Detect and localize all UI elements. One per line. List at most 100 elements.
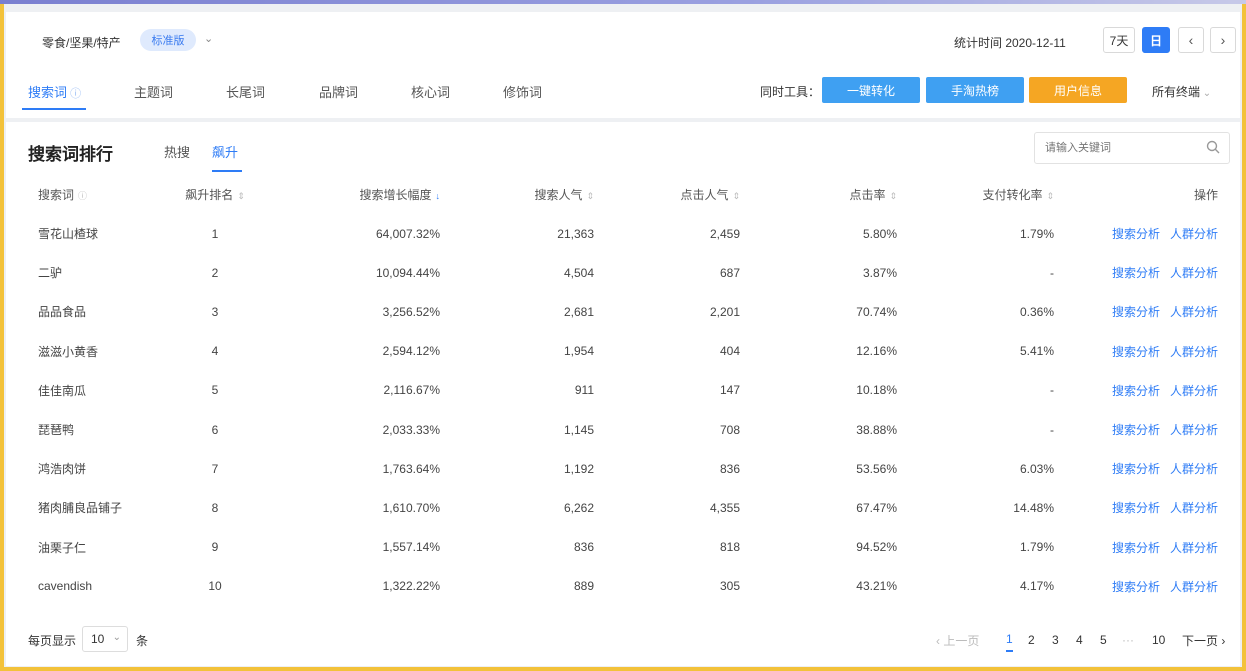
page-10[interactable]: 10 [1152, 628, 1165, 652]
cell-growth: 2,594.12% [382, 344, 440, 359]
col-header-click-popularity[interactable]: 点击人气 ⇕ [594, 174, 740, 214]
cell-click-popularity: 836 [719, 461, 740, 476]
next-date-button[interactable]: › [1210, 27, 1236, 53]
search-analysis-link[interactable]: 搜索分析 [1112, 345, 1160, 359]
col-header-label: 支付转化率 [982, 187, 1043, 202]
tab-core-words[interactable]: 核心词 [411, 82, 450, 101]
search-analysis-link[interactable]: 搜索分析 [1112, 227, 1160, 241]
cell-pay-conversion: 14.48% [1013, 500, 1054, 515]
tab-search-words[interactable]: 搜索词 ⓘ [28, 82, 81, 101]
crowd-analysis-link[interactable]: 人群分析 [1170, 266, 1218, 280]
prev-date-button[interactable]: ‹ [1178, 27, 1204, 53]
table-row: 琵琶鸭 6 2,033.33% 1,145 708 38.88% - 搜索分析 人群分析 [6, 410, 1240, 449]
cell-actions: 搜索分析 人群分析 [1054, 371, 1240, 410]
cell-click-popularity: 4,355 [709, 500, 740, 515]
tab-longtail-words[interactable]: 长尾词 [226, 82, 265, 101]
edition-badge: 标准版 [140, 29, 196, 51]
stat-time: 统计时间 2020-12-11 [954, 36, 1066, 50]
per-page-unit: 条 [136, 634, 149, 648]
crowd-analysis-link[interactable]: 人群分析 [1170, 384, 1218, 398]
col-header-label: 搜索人气 [534, 187, 583, 202]
col-header-label: 点击率 [849, 187, 886, 202]
crowd-analysis-link[interactable]: 人群分析 [1170, 305, 1218, 319]
range-7d-button[interactable]: 7天 [1103, 27, 1135, 53]
table-row: 二驴 2 10,094.44% 4,504 687 3.87% - 搜索分析 人群分析 [6, 253, 1240, 292]
search-analysis-link[interactable]: 搜索分析 [1112, 580, 1160, 594]
tab-label: 搜索词 [28, 85, 68, 100]
cell-click-rate: 67.47% [856, 500, 897, 515]
page-5[interactable]: 5 [1100, 628, 1107, 652]
col-header-rank[interactable]: 飙升排名 ⇕ [176, 174, 254, 214]
crowd-analysis-link[interactable]: 人群分析 [1170, 501, 1218, 515]
page-2[interactable]: 2 [1028, 628, 1035, 652]
tab-modifier-words[interactable]: 修饰词 [503, 82, 542, 101]
hot-list-button[interactable]: 手淘热榜 [926, 77, 1024, 103]
cell-click-rate: 38.88% [856, 422, 897, 437]
table-row: 雪花山楂球 1 64,007.32% 21,363 2,459 5.80% 1.79% 搜索分… [6, 214, 1240, 253]
col-header-keyword[interactable]: 搜索词 ⓘ [6, 174, 176, 214]
search-analysis-link[interactable]: 搜索分析 [1112, 266, 1160, 280]
cell-click-rate: 94.52% [856, 540, 897, 555]
cell-click-rate: 5.80% [862, 226, 897, 241]
sort-icon: ⇕ [732, 190, 740, 201]
table-row: cavendish 10 1,322.22% 889 305 43.21% 4.17% 搜索分… [6, 567, 1240, 606]
tab-topic-words[interactable]: 主题词 [134, 82, 173, 101]
cell-pay-conversion: 1.79% [1019, 540, 1054, 555]
cell-rank: 6 [211, 422, 219, 437]
search-analysis-link[interactable]: 搜索分析 [1112, 501, 1160, 515]
next-page-button[interactable]: 下一页 › [1182, 628, 1225, 652]
page-4[interactable]: 4 [1076, 628, 1083, 652]
search-analysis-link[interactable]: 搜索分析 [1112, 423, 1160, 437]
search-icon[interactable] [1205, 139, 1221, 155]
crowd-analysis-link[interactable]: 人群分析 [1170, 227, 1218, 241]
crowd-analysis-link[interactable]: 人群分析 [1170, 423, 1218, 437]
search-analysis-link[interactable]: 搜索分析 [1112, 305, 1160, 319]
crowd-analysis-link[interactable]: 人群分析 [1170, 541, 1218, 555]
crowd-analysis-link[interactable]: 人群分析 [1170, 345, 1218, 359]
cell-click-rate: 12.16% [856, 344, 897, 359]
category-breadcrumb[interactable]: 零食/坚果/特产 [42, 34, 121, 51]
page-3[interactable]: 3 [1052, 628, 1059, 652]
tab-rising-underline [212, 170, 242, 172]
cell-keyword: 滋滋小黄香 [38, 344, 99, 359]
cell-click-rate: 3.87% [862, 265, 897, 280]
search-analysis-link[interactable]: 搜索分析 [1112, 384, 1160, 398]
terminal-select[interactable]: 所有终端 ⌄ [1152, 83, 1211, 100]
cell-growth: 2,116.67% [383, 383, 441, 398]
cell-growth: 1,610.70% [382, 500, 440, 515]
cell-search-popularity: 1,145 [563, 422, 594, 437]
cell-keyword: 油栗子仁 [38, 540, 87, 555]
page-1[interactable]: 1 [1006, 628, 1013, 652]
page-ellipsis[interactable]: ··· [1122, 628, 1134, 652]
col-header-search-popularity[interactable]: 搜索人气 ⇕ [440, 174, 594, 214]
cell-actions: 搜索分析 人群分析 [1054, 528, 1240, 567]
per-page-select[interactable]: 10 ⌄ [82, 626, 128, 652]
search-analysis-link[interactable]: 搜索分析 [1112, 541, 1160, 555]
tab-rising[interactable]: 飙升 [212, 142, 238, 161]
tab-brand-words[interactable]: 品牌词 [319, 82, 358, 101]
toolbar-label: 同时工具： [760, 85, 821, 99]
col-header-growth[interactable]: 搜索增长幅度 ↓ [254, 174, 440, 214]
user-info-button[interactable]: 用户信息 [1029, 77, 1127, 103]
quick-convert-button[interactable]: 一键转化 [822, 77, 920, 103]
cell-pay-conversion: - [1050, 422, 1054, 437]
crowd-analysis-link[interactable]: 人群分析 [1170, 462, 1218, 476]
crowd-analysis-link[interactable]: 人群分析 [1170, 580, 1218, 594]
cell-growth: 1,322.22% [382, 579, 440, 594]
keyword-search-input[interactable] [1035, 133, 1195, 163]
ranking-title: 搜索词排行 [28, 145, 113, 164]
cell-search-popularity: 1,192 [563, 461, 594, 476]
prev-page-button[interactable]: ‹ 上一页 [936, 628, 979, 652]
cell-actions: 搜索分析 人群分析 [1054, 332, 1240, 371]
search-analysis-link[interactable]: 搜索分析 [1112, 462, 1160, 476]
per-page-label: 每页显示 [28, 634, 77, 648]
tab-hot-search[interactable]: 热搜 [164, 142, 190, 161]
col-header-pay-conversion[interactable]: 支付转化率 ⇕ [897, 174, 1054, 214]
col-header-click-rate[interactable]: 点击率 ⇕ [740, 174, 897, 214]
ranking-card: 搜索词排行 热搜 飙升 搜索词ⓘ 飙升排名⇕ 搜索增长幅度↓ 搜索人气⇕ 点击人… [6, 122, 1240, 666]
cell-actions: 搜索分析 人群分析 [1054, 449, 1240, 488]
chevron-down-icon[interactable]: ⌄ [204, 32, 213, 45]
cell-pay-conversion: 1.79% [1019, 226, 1054, 241]
range-day-button[interactable]: 日 [1142, 27, 1170, 53]
cell-actions: 搜索分析 人群分析 [1054, 292, 1240, 331]
